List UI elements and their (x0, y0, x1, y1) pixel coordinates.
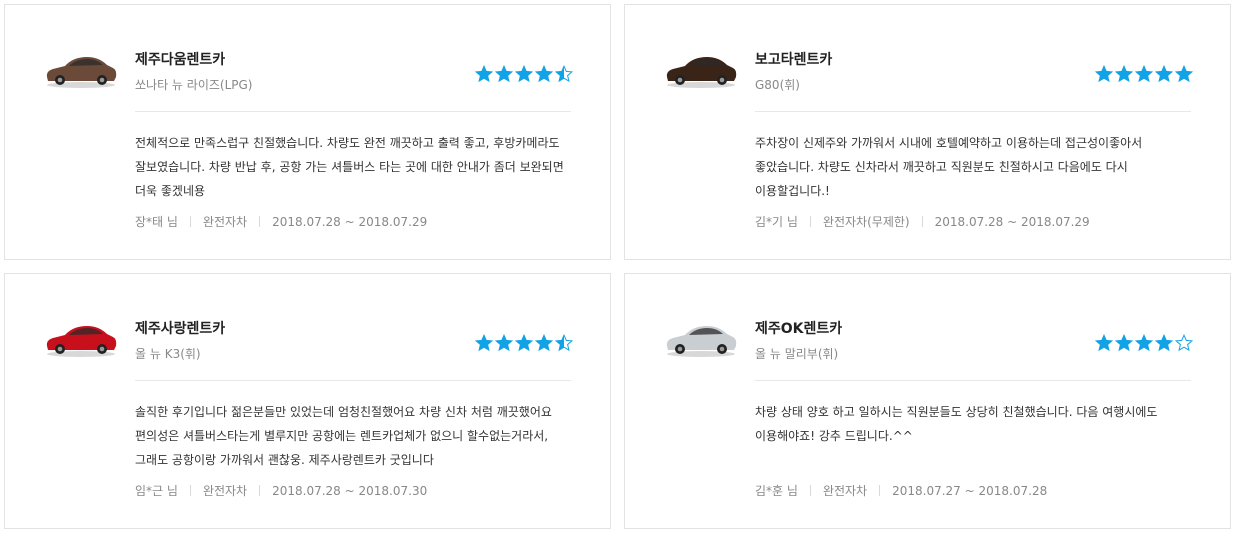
meta-separator (879, 485, 881, 496)
car-thumbnail-image (666, 57, 737, 88)
review-card: 보고타렌트카 G80(휘) 주차장이 신제주와 가까워서 시내에 호텔예약하고 … (624, 4, 1231, 260)
meta-separator (189, 216, 191, 227)
star-icon (515, 334, 533, 352)
star-rating (475, 334, 573, 352)
divider (755, 111, 1191, 112)
company-name: 제주사랑렌트카 (135, 321, 226, 337)
star-icon (1115, 65, 1133, 83)
author-name: 김*기 님 (755, 215, 798, 229)
company-name: 보고타렌트카 (755, 52, 833, 68)
review-meta: 임*근 님 완전자차 2018.07.28 ~ 2018.07.30 (135, 482, 427, 499)
star-icon (495, 334, 513, 352)
star-icon (515, 65, 533, 83)
meta-separator (809, 216, 811, 227)
review-meta: 장*태 님 완전자차 2018.07.28 ~ 2018.07.29 (135, 213, 427, 230)
review-card: 제주사랑렌트카 올 뉴 K3(휘) 솔직한 후기입니다 젊은분들만 있었는데 엄… (4, 273, 611, 529)
star-icon (495, 65, 513, 83)
star-icon (1175, 334, 1193, 352)
rental-period: 2018.07.28 ~ 2018.07.29 (272, 214, 428, 229)
star-rating (475, 65, 573, 83)
review-card: 제주다움렌트카 쏘나타 뉴 라이즈(LPG) 전체적으로 만족스럽구 친절했습니… (4, 4, 611, 260)
review-text: 솔직한 후기입니다 젊은분들만 있었는데 엄청친절했어요 차량 신차 처럼 깨끗… (135, 405, 552, 467)
star-icon (555, 334, 573, 352)
star-icon (1175, 65, 1193, 83)
star-icon (475, 65, 493, 83)
rental-period: 2018.07.28 ~ 2018.07.30 (272, 483, 428, 498)
car-thumbnail-image (666, 326, 737, 357)
star-icon (1135, 65, 1153, 83)
star-icon (555, 65, 573, 83)
car-model: 쏘나타 뉴 라이즈(LPG) (135, 78, 253, 92)
star-icon (1095, 65, 1113, 83)
company-name: 제주다움렌트카 (135, 52, 226, 68)
author-name: 장*태 님 (135, 215, 178, 229)
divider (755, 380, 1191, 381)
review-text: 차량 상태 양호 하고 일하시는 직원분들도 상당히 친철했습니다. 다음 여행… (755, 405, 1158, 443)
car-model: 올 뉴 K3(휘) (135, 347, 201, 361)
car-model: G80(휘) (755, 78, 800, 92)
star-icon (1155, 65, 1173, 83)
review-text: 전체적으로 만족스럽구 친절했습니다. 차량도 완전 깨끗하고 출력 좋고, 후… (135, 136, 564, 198)
author-name: 김*훈 님 (755, 484, 798, 498)
meta-separator (809, 485, 811, 496)
review-meta: 김*기 님 완전자차(무제한) 2018.07.28 ~ 2018.07.29 (755, 213, 1090, 230)
star-icon (1155, 334, 1173, 352)
insurance-type: 완전자차 (202, 215, 248, 229)
star-icon (1095, 334, 1113, 352)
insurance-type: 완전자차(무제한) (822, 215, 910, 229)
divider (135, 111, 571, 112)
star-icon (1135, 334, 1153, 352)
star-rating (1095, 334, 1193, 352)
insurance-type: 완전자차 (822, 484, 868, 498)
meta-separator (189, 485, 191, 496)
car-thumbnail-image (46, 326, 117, 357)
review-card: 제주OK렌트카 올 뉴 말리부(휘) 차량 상태 양호 하고 일하시는 직원분들… (624, 273, 1231, 529)
company-name: 제주OK렌트카 (755, 321, 843, 337)
star-icon (1115, 334, 1133, 352)
star-rating (1095, 65, 1193, 83)
rental-period: 2018.07.27 ~ 2018.07.28 (892, 483, 1048, 498)
insurance-type: 완전자차 (202, 484, 248, 498)
star-icon (475, 334, 493, 352)
meta-separator (259, 485, 261, 496)
review-meta: 김*훈 님 완전자차 2018.07.27 ~ 2018.07.28 (755, 482, 1047, 499)
star-icon (535, 334, 553, 352)
star-icon (535, 65, 553, 83)
divider (135, 380, 571, 381)
car-model: 올 뉴 말리부(휘) (755, 347, 839, 361)
meta-separator (259, 216, 261, 227)
car-thumbnail-image (46, 57, 117, 88)
author-name: 임*근 님 (135, 484, 178, 498)
review-text: 주차장이 신제주와 가까워서 시내에 호텔예약하고 이용하는데 접근성이좋아서 … (755, 136, 1143, 198)
rental-period: 2018.07.28 ~ 2018.07.29 (934, 214, 1090, 229)
meta-separator (921, 216, 923, 227)
